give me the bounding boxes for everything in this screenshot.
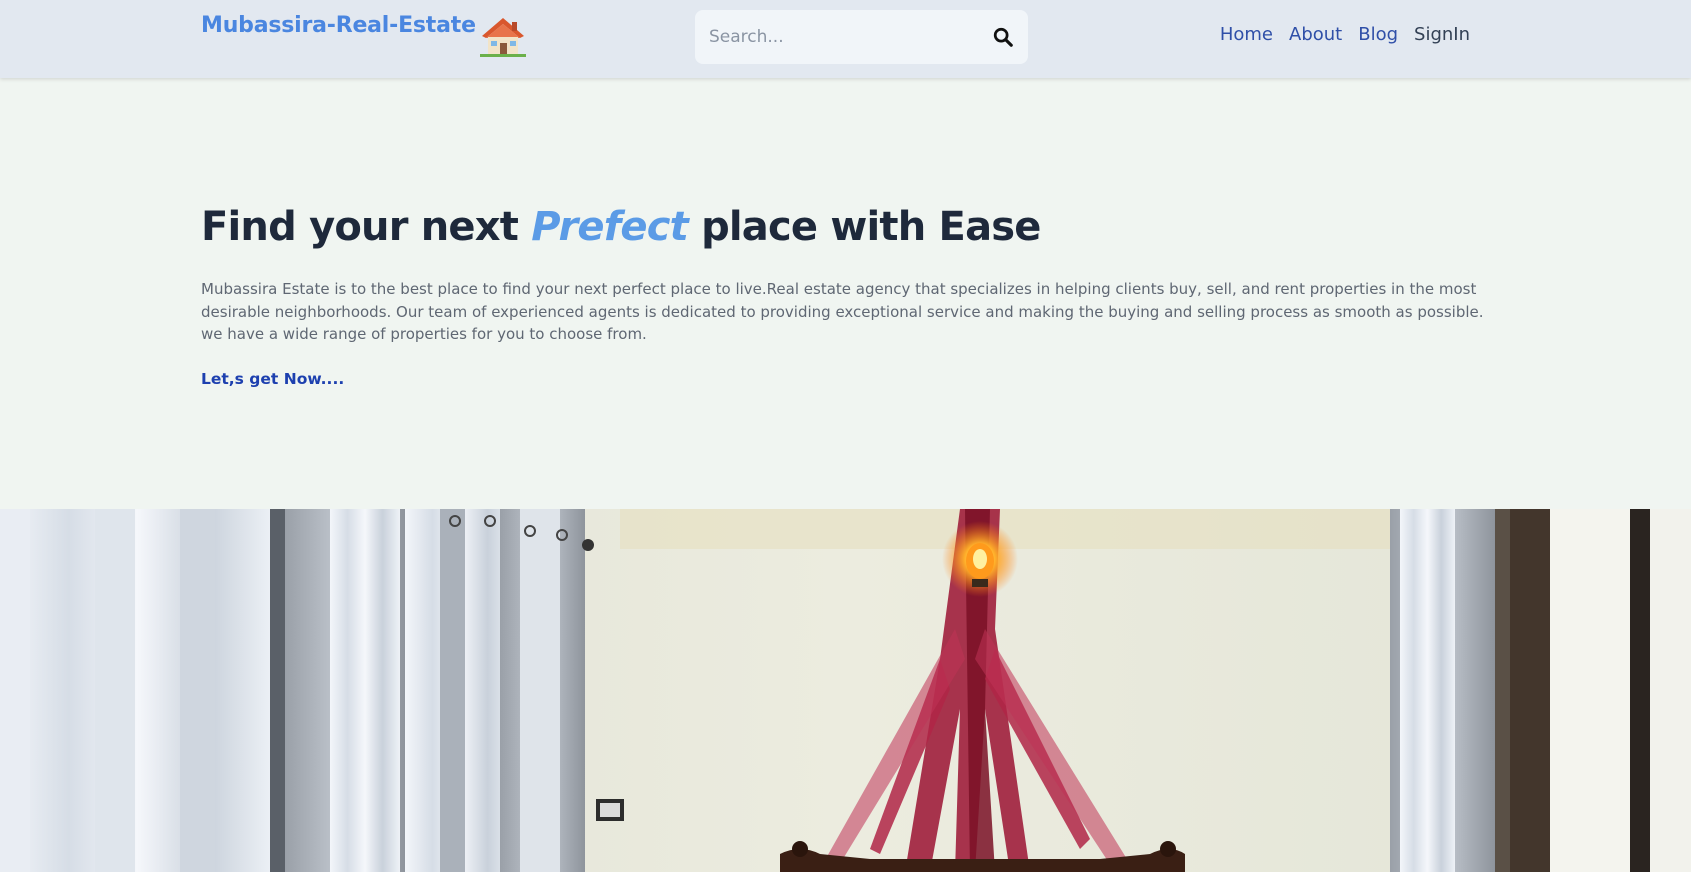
hero-title-end: place with Ease [687, 204, 1041, 250]
get-started-link[interactable]: Let,s get Now.... [201, 370, 344, 388]
site-header: Mubassira-Real-Estate Home About Blog [0, 0, 1691, 78]
property-photo [0, 509, 1691, 872]
hero-section: Find your next Prefect place with Ease M… [201, 202, 1491, 388]
hero-title-start: Find your next [201, 204, 532, 250]
hero-description-line1: Mubassira Estate is to the best place to… [201, 280, 1484, 321]
nav-link-home[interactable]: Home [1220, 24, 1273, 45]
main-nav: Home About Blog SignIn [1204, 24, 1470, 45]
hero-description-line2: we have a wide range of properties for y… [201, 325, 647, 343]
hero-title: Find your next Prefect place with Ease [201, 202, 1491, 252]
nav-link-about[interactable]: About [1289, 24, 1342, 45]
nav-link-blog[interactable]: Blog [1358, 24, 1398, 45]
hero-title-accent: Prefect [531, 204, 689, 250]
search-box [695, 10, 1028, 64]
house-with-garden-icon [479, 18, 526, 57]
logo-text: Mubassira-Real-Estate [201, 13, 476, 38]
search-icon[interactable] [992, 26, 1014, 48]
search-input[interactable] [709, 27, 992, 47]
hero-description: Mubassira Estate is to the best place to… [201, 278, 1491, 346]
logo-link[interactable]: Mubassira-Real-Estate [201, 12, 528, 58]
nav-link-signin[interactable]: SignIn [1414, 24, 1470, 45]
bedroom-photo [0, 509, 1691, 872]
